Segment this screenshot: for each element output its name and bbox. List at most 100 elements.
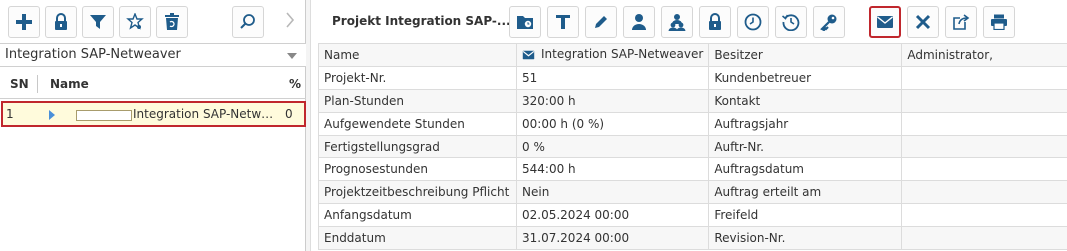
field-label: Name — [318, 43, 517, 67]
field-label-text: Plan-Stunden — [324, 93, 404, 108]
project-select-value: Integration SAP-Netweaver — [5, 47, 181, 62]
key-button[interactable] — [813, 6, 845, 38]
text-icon — [555, 14, 571, 30]
search-icon — [239, 13, 257, 31]
field-label-text: Aufgewendete Stunden — [324, 116, 465, 131]
chevron-right-icon — [285, 11, 295, 33]
field-value-2[interactable] — [901, 157, 1067, 182]
tree-row-percent: 0 — [285, 107, 293, 121]
field-value-2[interactable] — [901, 65, 1067, 90]
field-label-2: Auftragsdatum — [708, 157, 903, 182]
team-icon — [668, 13, 686, 31]
history-button[interactable] — [775, 6, 807, 38]
field-value-text: 544:00 h — [522, 162, 576, 177]
detail-row: Fertigstellungsgrad 0 % Auftr-Nr. — [318, 134, 1067, 159]
field-label-2: Besitzer — [708, 43, 903, 67]
share-button[interactable] — [945, 6, 977, 38]
column-header-name[interactable]: Name — [50, 77, 89, 91]
expand-arrow-icon[interactable] — [49, 110, 55, 120]
field-value[interactable]: 00:00 h (0 %) — [515, 111, 710, 136]
field-value-text: 51 — [522, 70, 538, 85]
folder-clock-button[interactable] — [509, 6, 541, 38]
field-label-text: Anfangsdatum — [324, 208, 412, 223]
detail-row: Anfangsdatum 02.05.2024 00:00 Freifeld — [318, 203, 1067, 228]
chevron-down-icon[interactable] — [287, 53, 297, 59]
field-value-2[interactable] — [901, 88, 1067, 113]
team-button[interactable] — [661, 6, 693, 38]
send-mail-button[interactable] — [869, 6, 901, 38]
field-value[interactable]: 0 % — [515, 134, 710, 159]
field-label-text: Name — [324, 47, 360, 62]
field-value[interactable]: 544:00 h — [515, 157, 710, 182]
field-label-2: Kundenbetreuer — [708, 65, 903, 90]
field-value[interactable]: Integration SAP-Netweaver — [515, 43, 710, 67]
field-label-text: Projekt-Nr. — [324, 70, 387, 85]
clock-button[interactable] — [737, 6, 769, 38]
panel-splitter[interactable] — [306, 0, 311, 251]
field-value-2[interactable] — [901, 134, 1067, 159]
progress-bar — [76, 110, 132, 121]
folder-clock-icon — [516, 14, 534, 30]
star-filter-icon — [126, 13, 144, 31]
add-button[interactable] — [8, 6, 40, 38]
clock-icon — [744, 13, 762, 31]
field-value[interactable]: 31.07.2024 00:00 — [515, 226, 710, 251]
recycle-bin-button[interactable] — [156, 6, 188, 38]
field-label-2: Kontakt — [708, 88, 903, 113]
field-label: Anfangsdatum — [318, 203, 517, 228]
star-filter-button[interactable] — [119, 6, 151, 38]
field-label-2-text: Freifeld — [714, 208, 759, 223]
collapse-panel-button[interactable] — [276, 6, 304, 38]
project-tree-panel: Integration SAP-Netweaver SN Name % 1 In… — [0, 0, 306, 251]
field-value-2[interactable] — [901, 180, 1067, 205]
lock-button[interactable] — [699, 6, 731, 38]
project-select[interactable]: Integration SAP-Netweaver — [0, 43, 306, 67]
column-resize-handle[interactable] — [37, 75, 38, 93]
column-header-sn[interactable]: SN — [10, 77, 29, 91]
field-value-2[interactable] — [901, 111, 1067, 136]
field-value-text: Integration SAP-Netweaver — [541, 46, 704, 61]
field-label: Prognosestunden — [318, 157, 517, 182]
field-label: Plan-Stunden — [318, 88, 517, 113]
person-icon — [631, 13, 647, 31]
field-label-2-text: Auftrag erteilt am — [714, 185, 822, 200]
share-icon — [952, 13, 970, 31]
field-value-text: 00:00 h (0 %) — [522, 116, 605, 131]
print-button[interactable] — [983, 6, 1015, 38]
field-value[interactable]: 320:00 h — [515, 88, 710, 113]
close-icon — [915, 14, 931, 30]
text-button[interactable] — [547, 6, 579, 38]
field-label: Projektzeitbeschreibung Pflicht — [318, 180, 517, 205]
field-value-2[interactable]: Administrator, — [901, 43, 1067, 67]
tree-row-name: Integration SAP-Netweaver — [133, 107, 277, 121]
field-label-2: Auftragsjahr — [708, 111, 903, 136]
field-label-2-text: Kontakt — [714, 93, 761, 108]
field-value-text: 02.05.2024 00:00 — [522, 208, 630, 223]
field-label-2: Auftr-Nr. — [708, 134, 903, 159]
field-label-2: Revision-Nr. — [708, 226, 903, 251]
person-button[interactable] — [623, 6, 655, 38]
mail-icon — [522, 49, 535, 63]
filter-button[interactable] — [82, 6, 114, 38]
search-button[interactable] — [232, 6, 264, 38]
field-value-2[interactable] — [901, 203, 1067, 228]
field-value[interactable]: 51 — [515, 65, 710, 90]
edit-button[interactable] — [585, 6, 617, 38]
field-label-2: Auftrag erteilt am — [708, 180, 903, 205]
detail-row: Projekt-Nr. 51 Kundenbetreuer — [318, 65, 1067, 90]
column-header-percent[interactable]: % — [289, 77, 301, 91]
field-value[interactable]: Nein — [515, 180, 710, 205]
lock-button[interactable] — [45, 6, 77, 38]
field-label-2-text: Kundenbetreuer — [714, 70, 812, 85]
detail-row: Projektzeitbeschreibung Pflicht Nein Auftr… — [318, 180, 1067, 205]
field-value[interactable]: 02.05.2024 00:00 — [515, 203, 710, 228]
pencil-icon — [593, 14, 609, 30]
lock-icon — [707, 13, 723, 31]
detail-row: Aufgewendete Stunden 00:00 h (0 %) Auftrag… — [318, 111, 1067, 136]
project-detail-panel: Projekt Integration SAP-... Name Integrat… — [312, 0, 1067, 251]
field-value-2[interactable] — [901, 226, 1067, 251]
field-label-2: Freifeld — [708, 203, 903, 228]
close-button[interactable] — [907, 6, 939, 38]
field-label-2-text: Auftragsjahr — [714, 116, 789, 131]
tree-row[interactable]: 1 Integration SAP-Netweaver 0 — [1, 101, 306, 127]
